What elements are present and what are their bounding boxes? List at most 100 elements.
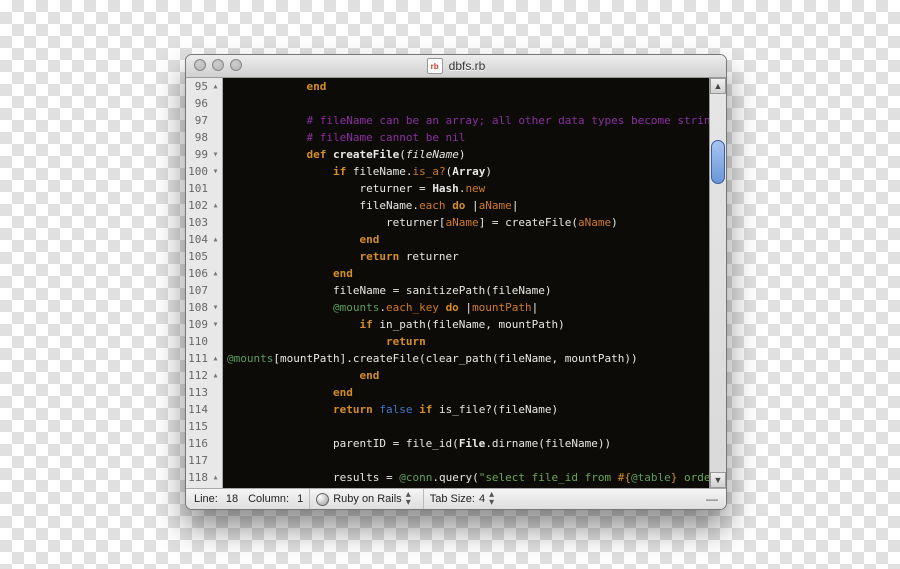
code-line: return bbox=[223, 333, 709, 350]
fold-icon[interactable]: ▾ bbox=[210, 302, 221, 313]
gutter-row[interactable]: 96 bbox=[186, 95, 222, 112]
chevron-updown-icon: ▴▾ bbox=[406, 491, 411, 507]
line-number: 98 bbox=[195, 131, 208, 144]
fold-icon[interactable]: ▴ bbox=[210, 81, 221, 92]
code-line bbox=[223, 95, 709, 112]
window-buttons bbox=[194, 59, 242, 71]
line-label: Line: bbox=[194, 493, 218, 505]
line-number: 96 bbox=[195, 97, 208, 110]
gutter-row[interactable]: 115 bbox=[186, 418, 222, 435]
line-gutter[interactable]: 95▴96979899▾100▾101102▴103104▴105106▴107… bbox=[186, 78, 223, 488]
gutter-row[interactable]: 99▾ bbox=[186, 146, 222, 163]
gutter-row[interactable]: 97 bbox=[186, 112, 222, 129]
line-number: 101 bbox=[188, 182, 208, 195]
fold-icon[interactable]: ▴ bbox=[210, 234, 221, 245]
window-title: dbfs.rb bbox=[449, 59, 486, 73]
scroll-up-icon[interactable]: ▲ bbox=[710, 78, 726, 94]
column-value: 1 bbox=[297, 493, 303, 505]
line-number: 118 bbox=[188, 471, 208, 484]
code-line: end bbox=[223, 231, 709, 248]
gutter-row[interactable]: 95▴ bbox=[186, 78, 222, 95]
language-selector[interactable]: Ruby on Rails ▴▾ bbox=[309, 489, 417, 509]
fold-icon[interactable]: ▴ bbox=[210, 370, 221, 381]
line-number: 105 bbox=[188, 250, 208, 263]
scroll-down-icon[interactable]: ▼ bbox=[710, 472, 726, 488]
menu-icon[interactable]: — bbox=[706, 492, 722, 506]
code-line bbox=[223, 452, 709, 469]
code-line: results = @conn.query("select file_id fr… bbox=[223, 469, 709, 486]
editor-wrap: end # fileName can be an array; all othe… bbox=[223, 78, 726, 488]
fold-icon[interactable]: ▾ bbox=[210, 166, 221, 177]
gutter-row[interactable]: 113 bbox=[186, 384, 222, 401]
gutter-row[interactable]: 112▴ bbox=[186, 367, 222, 384]
code-line: def createFile(fileName) bbox=[223, 146, 709, 163]
code-line: returner[aName] = createFile(aName) bbox=[223, 214, 709, 231]
gutter-row[interactable]: 109▾ bbox=[186, 316, 222, 333]
code-line: end bbox=[223, 367, 709, 384]
fold-icon[interactable]: ▴ bbox=[210, 268, 221, 279]
ruby-file-icon: rb bbox=[427, 58, 443, 74]
gutter-row[interactable]: 102▴ bbox=[186, 197, 222, 214]
globe-icon bbox=[316, 493, 329, 506]
code-line: fileName = sanitizePath(fileName) bbox=[223, 282, 709, 299]
gutter-row[interactable]: 108▾ bbox=[186, 299, 222, 316]
fold-icon[interactable]: ▴ bbox=[210, 353, 221, 364]
chevron-updown-icon: ▴▾ bbox=[489, 491, 494, 507]
tabsize-label: Tab Size: bbox=[430, 493, 475, 505]
line-number: 100 bbox=[188, 165, 208, 178]
editor-body: 95▴96979899▾100▾101102▴103104▴105106▴107… bbox=[186, 78, 726, 488]
scroll-thumb[interactable] bbox=[711, 140, 725, 184]
line-number: 112 bbox=[188, 369, 208, 382]
close-button[interactable] bbox=[194, 59, 206, 71]
gutter-row[interactable]: 98 bbox=[186, 129, 222, 146]
gutter-row[interactable]: 101 bbox=[186, 180, 222, 197]
line-number: 117 bbox=[188, 454, 208, 467]
editor-window: rb dbfs.rb 95▴96979899▾100▾101102▴103104… bbox=[185, 54, 727, 510]
gutter-row[interactable]: 110 bbox=[186, 333, 222, 350]
gutter-row[interactable]: 106▴ bbox=[186, 265, 222, 282]
column-label: Column: bbox=[248, 493, 289, 505]
code-line: end bbox=[223, 265, 709, 282]
line-number: 95 bbox=[195, 80, 208, 93]
line-number: 106 bbox=[188, 267, 208, 280]
line-number: 104 bbox=[188, 233, 208, 246]
line-number: 110 bbox=[188, 335, 208, 348]
code-line: # fileName can be an array; all other da… bbox=[223, 112, 709, 129]
gutter-row[interactable]: 111▴ bbox=[186, 350, 222, 367]
fold-icon[interactable]: ▴ bbox=[210, 200, 221, 211]
tabsize-selector[interactable]: Tab Size: 4 ▴▾ bbox=[423, 489, 500, 509]
code-line: @mounts[mountPath].createFile(clear_path… bbox=[223, 350, 709, 367]
scroll-track[interactable] bbox=[710, 94, 726, 472]
language-value: Ruby on Rails bbox=[333, 493, 401, 505]
gutter-row[interactable]: 100▾ bbox=[186, 163, 222, 180]
minimize-button[interactable] bbox=[212, 59, 224, 71]
code-editor[interactable]: end # fileName can be an array; all othe… bbox=[223, 78, 709, 488]
tabsize-value: 4 bbox=[479, 493, 485, 505]
vertical-scrollbar[interactable]: ▲ ▼ bbox=[709, 78, 726, 488]
code-line: return false if is_file?(fileName) bbox=[223, 401, 709, 418]
code-line: returner = Hash.new bbox=[223, 180, 709, 197]
code-line: if in_path(fileName, mountPath) bbox=[223, 316, 709, 333]
gutter-row[interactable]: 117 bbox=[186, 452, 222, 469]
line-number: 102 bbox=[188, 199, 208, 212]
gutter-row[interactable]: 107 bbox=[186, 282, 222, 299]
titlebar: rb dbfs.rb bbox=[186, 55, 726, 78]
line-number: 113 bbox=[188, 386, 208, 399]
gutter-row[interactable]: 103 bbox=[186, 214, 222, 231]
gutter-row[interactable]: 116 bbox=[186, 435, 222, 452]
gutter-row[interactable]: 105 bbox=[186, 248, 222, 265]
code-line bbox=[223, 418, 709, 435]
gutter-row[interactable]: 104▴ bbox=[186, 231, 222, 248]
line-number: 114 bbox=[188, 403, 208, 416]
fold-icon[interactable]: ▴ bbox=[210, 472, 221, 483]
fold-icon[interactable]: ▾ bbox=[210, 319, 221, 330]
line-number: 107 bbox=[188, 284, 208, 297]
fold-icon[interactable]: ▾ bbox=[210, 149, 221, 160]
gutter-row[interactable]: 114 bbox=[186, 401, 222, 418]
line-value: 18 bbox=[226, 493, 238, 505]
line-number: 97 bbox=[195, 114, 208, 127]
code-line: end bbox=[223, 78, 709, 95]
zoom-button[interactable] bbox=[230, 59, 242, 71]
status-bar: Line: 18 Column: 1 Ruby on Rails ▴▾ Tab … bbox=[186, 488, 726, 509]
gutter-row[interactable]: 118▴ bbox=[186, 469, 222, 486]
